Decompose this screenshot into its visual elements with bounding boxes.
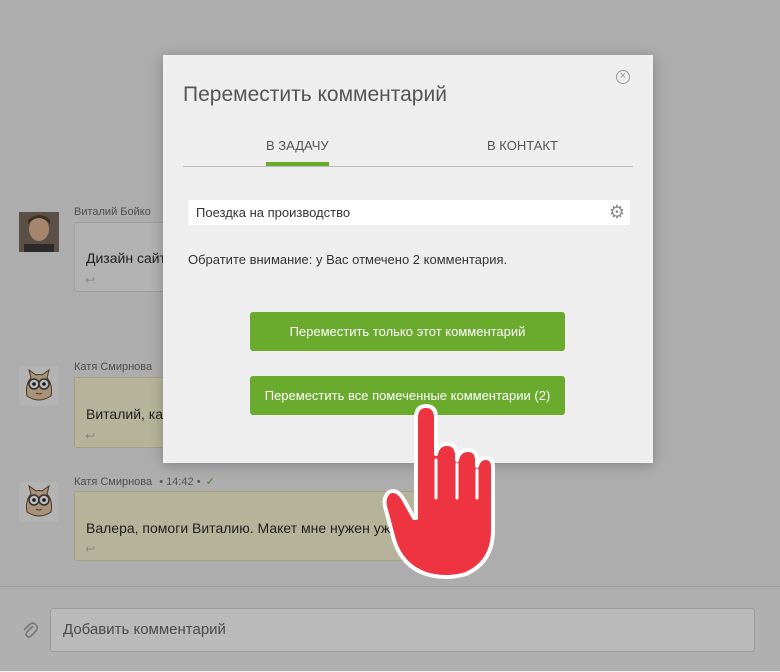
selection-notice: Обратите внимание: у Вас отмечено 2 комм…: [188, 252, 508, 267]
close-icon[interactable]: ×: [616, 70, 630, 84]
pointing-hand-icon: [382, 404, 495, 579]
dialog-tabs: В задачу В контакт: [183, 133, 633, 167]
move-one-button[interactable]: Переместить только этот комментарий: [250, 312, 565, 351]
gear-icon[interactable]: ⚙: [609, 200, 625, 225]
task-field-value: Поездка на производство: [196, 205, 351, 220]
dialog-title: Переместить комментарий: [183, 83, 447, 106]
tab-to-contact[interactable]: В контакт: [487, 138, 558, 153]
task-select-field[interactable]: Поездка на производство ⚙: [188, 200, 630, 225]
tab-to-task[interactable]: В задачу: [266, 138, 329, 166]
